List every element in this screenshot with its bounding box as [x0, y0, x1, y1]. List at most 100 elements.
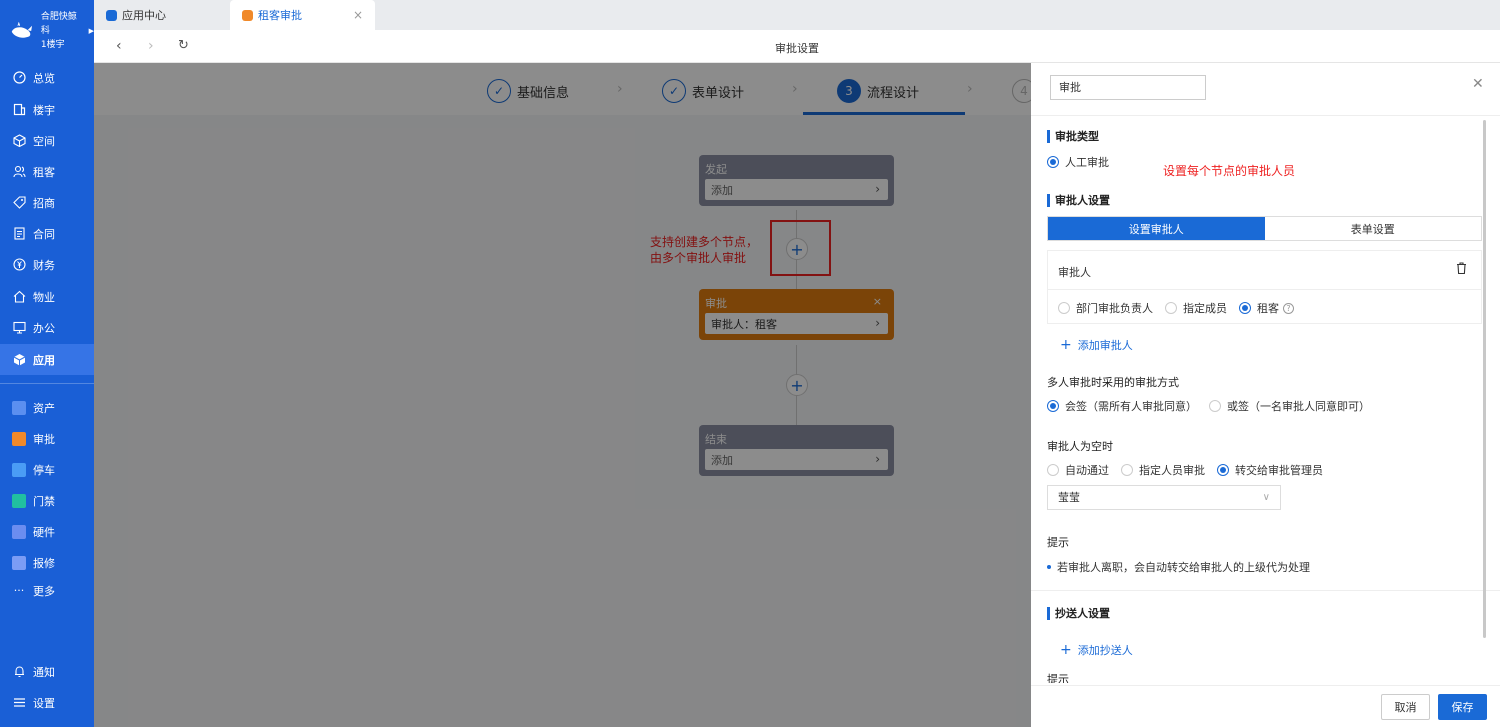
sidebar-item-label: 设置 [33, 696, 55, 710]
dashboard-icon [12, 71, 26, 85]
annotation-text: 设置每个节点的审批人员 [1163, 164, 1296, 178]
radio-checked-icon [1217, 464, 1229, 476]
sidebar-item-label: 审批 [33, 432, 55, 446]
radio-icon [1047, 464, 1059, 476]
brand-switcher[interactable]: 合肥快鲸科 1楼宇 ▶ [0, 0, 94, 62]
trash-icon[interactable] [1456, 262, 1467, 278]
radio-icon [1121, 464, 1133, 476]
brand-name: 合肥快鲸科 [40, 12, 77, 36]
sidebar-item-space[interactable]: 空间 [0, 125, 94, 156]
tab-form-settings[interactable]: 表单设置 [1265, 217, 1482, 240]
sidebar-item-overview[interactable]: 总览 [0, 62, 94, 93]
brand-building: 1楼宇 [40, 40, 65, 50]
approval-icon [12, 431, 26, 446]
admin-select[interactable]: 莹莹 ∨ [1047, 485, 1281, 510]
sidebar-item-label: 楼宇 [33, 103, 55, 117]
tip-item: 若审批人离职，会自动转交给审批人的上级代为处理 [1047, 559, 1310, 575]
sidebar-item-label: 更多 [33, 584, 55, 598]
node-name-input[interactable]: 审批 [1050, 75, 1206, 100]
cancel-button[interactable]: 取消 [1381, 694, 1430, 720]
tip-title-2: 提示 [1047, 673, 1069, 683]
sidebar-item-settings[interactable]: 设置 [0, 687, 94, 718]
radio-icon [1165, 302, 1177, 314]
sidebar-item-notifications[interactable]: 通知 [0, 656, 94, 687]
address-bar: ‹ › ↻ 审批设置 [94, 30, 1500, 63]
sidebar-item-label: 财务 [33, 258, 55, 272]
close-icon[interactable]: × [353, 8, 363, 22]
help-icon[interactable]: ? [1283, 302, 1294, 314]
node-settings-drawer: 审批 ✕ 审批类型 人工审批 设置每个节点的审批人员 审批人设置 设置审批人 表… [1031, 63, 1500, 727]
sidebar-item-label: 通知 [33, 665, 55, 679]
divider [1031, 590, 1500, 591]
sidebar-item-label: 总览 [33, 71, 55, 85]
radio-countersign[interactable]: 会签（需所有人审批同意） [1047, 398, 1197, 414]
sidebar-app-repair[interactable]: 报修 [0, 547, 94, 578]
chevron-down-icon: ∨ [1262, 492, 1270, 503]
yuan-coin-icon [12, 258, 26, 272]
sidebar-app-hardware[interactable]: 硬件 [0, 516, 94, 547]
radio-checked-icon [1239, 302, 1251, 314]
users-icon [12, 165, 26, 179]
sidebar-app-access[interactable]: 门禁 [0, 485, 94, 516]
save-button[interactable]: 保存 [1438, 694, 1487, 720]
radio-or-sign[interactable]: 或签（一名审批人同意即可） [1209, 398, 1370, 414]
sidebar-item-property[interactable]: 物业 [0, 281, 94, 312]
add-cc-button[interactable]: + 添加抄送人 [1060, 642, 1133, 658]
approval-tab-icon [242, 9, 253, 21]
radio-tenant[interactable]: 租客 [1239, 300, 1279, 316]
modal-overlay[interactable] [94, 63, 1031, 727]
sidebar: 合肥快鲸科 1楼宇 ▶ 总览 楼宇 空间 租客 招商 合同 财务 物业 办公 应… [0, 0, 94, 727]
assets-icon [12, 400, 26, 415]
radio-member[interactable]: 指定成员 [1165, 300, 1227, 316]
tab-bar: 应用中心 租客审批 × [94, 0, 1500, 30]
sidebar-item-label: 空间 [33, 134, 55, 148]
approver-card: 审批人 部门审批负责人 指定成员 租客 ? [1047, 250, 1482, 324]
radio-manual-approval[interactable]: 人工审批 [1047, 154, 1109, 170]
radio-checked-icon [1047, 156, 1059, 168]
sidebar-item-contracts[interactable]: 合同 [0, 218, 94, 249]
sidebar-app-more[interactable]: ··· 更多 [0, 575, 94, 606]
tag-icon [12, 196, 26, 210]
sidebar-item-apps[interactable]: 应用 [0, 344, 94, 375]
radio-assign-person[interactable]: 指定人员审批 [1121, 462, 1205, 478]
box-icon [12, 353, 26, 367]
sidebar-item-finance[interactable]: 财务 [0, 249, 94, 280]
section-title-cc: 抄送人设置 [1047, 607, 1110, 620]
app-center-icon [106, 9, 117, 21]
drawer-footer: 取消 保存 [1031, 685, 1500, 727]
radio-auto-pass[interactable]: 自动通过 [1047, 462, 1109, 478]
close-icon[interactable]: ✕ [1472, 76, 1484, 92]
menu-icon [12, 696, 26, 710]
sidebar-item-label: 物业 [33, 290, 55, 304]
radio-icon [1209, 400, 1221, 412]
sidebar-item-label: 办公 [33, 321, 55, 335]
sidebar-item-office[interactable]: 办公 [0, 312, 94, 343]
radio-dept-head[interactable]: 部门审批负责人 [1058, 300, 1153, 316]
tab-label: 租客审批 [258, 9, 302, 22]
sidebar-app-parking[interactable]: 停车 [0, 454, 94, 485]
sidebar-app-assets[interactable]: 资产 [0, 392, 94, 423]
tab-set-approver[interactable]: 设置审批人 [1048, 217, 1265, 240]
plus-icon: + [1060, 337, 1072, 353]
sidebar-item-buildings[interactable]: 楼宇 [0, 94, 94, 125]
monitor-icon [12, 321, 26, 335]
sidebar-item-leasing[interactable]: 招商 [0, 187, 94, 218]
section-title-approval-type: 审批类型 [1047, 130, 1099, 143]
sidebar-app-approval[interactable]: 审批 [0, 423, 94, 454]
approver-card-title: 审批人 [1058, 266, 1091, 279]
sidebar-divider [0, 383, 94, 384]
sidebar-item-label: 报修 [33, 556, 55, 570]
building-icon [12, 103, 26, 117]
add-approver-button[interactable]: + 添加审批人 [1060, 337, 1133, 353]
sidebar-item-label: 租客 [33, 165, 55, 179]
tab-app-center[interactable]: 应用中心 [94, 0, 228, 30]
scrollbar[interactable] [1483, 120, 1486, 638]
repair-icon [12, 555, 26, 570]
sidebar-item-tenants[interactable]: 租客 [0, 156, 94, 187]
document-icon [12, 227, 26, 241]
tip-title: 提示 [1047, 536, 1069, 549]
tab-tenant-approval[interactable]: 租客审批 × [230, 0, 375, 30]
radio-transfer-admin[interactable]: 转交给审批管理员 [1217, 462, 1323, 478]
approver-tabs: 设置审批人 表单设置 [1047, 216, 1482, 241]
multi-approve-title: 多人审批时采用的审批方式 [1047, 376, 1179, 389]
